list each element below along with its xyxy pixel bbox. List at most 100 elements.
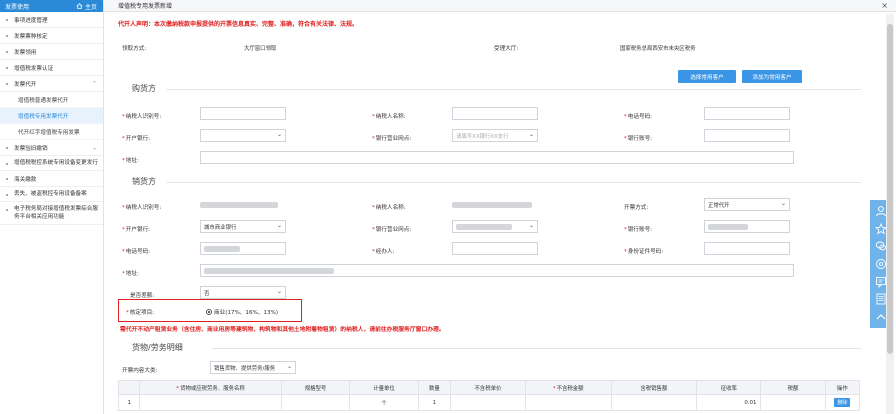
cell-unit[interactable]: 个 bbox=[349, 394, 419, 411]
sidebar-header: 发票使用 主页 bbox=[0, 0, 103, 12]
delete-button[interactable]: 删除 bbox=[834, 398, 851, 407]
buyer-name-label: *纳税人名称: bbox=[372, 114, 406, 120]
seller-account-label: *银行账号: bbox=[624, 227, 653, 233]
sidebar-item-lost-device[interactable]: 丢失、被盗税控专用设备备案 bbox=[0, 187, 103, 202]
sidebar-item-verify[interactable]: 发票验旧缴销 ⌄ bbox=[0, 140, 103, 156]
col-amount: *不含税金额 bbox=[524, 380, 612, 395]
col-unit-price: 不含税单价 bbox=[449, 380, 526, 395]
seller-phone-label: *电话号码: bbox=[122, 249, 151, 255]
cell-rate: 0.01 bbox=[696, 394, 762, 411]
invoice-mode-label: 开票方式: bbox=[624, 205, 649, 211]
sidebar-item-platform[interactable]: 电子税务局对接增值税发票综合服务平台相关应用功能 bbox=[0, 202, 103, 225]
levy-radio[interactable]: 商业(17%、16%、13%) bbox=[206, 308, 278, 316]
close-icon[interactable]: × bbox=[881, 1, 888, 10]
id-number-input[interactable] bbox=[704, 242, 790, 255]
col-spec: 规格型号 bbox=[280, 380, 351, 395]
warning-text: 需代开不动产租赁业务（含住房、商业用房等建筑物、构筑物和其他土地附着物租赁）的纳… bbox=[120, 327, 445, 333]
col-tax: 税额 bbox=[760, 380, 826, 395]
sidebar-subitem-red[interactable]: 代开红字增值税专用发票 bbox=[0, 124, 103, 140]
declaration-text: 代开人声明：本次缴纳税款申报提供的开票信息真实、完整、准确，符合有关法律、法规。 bbox=[118, 21, 359, 28]
seller-bank-select[interactable]: 城市商业银行 bbox=[200, 220, 286, 233]
col-action: 操作 bbox=[824, 380, 861, 395]
buyer-name-input[interactable] bbox=[452, 107, 538, 120]
select-customer-button[interactable]: 选择常用客户 bbox=[678, 70, 736, 83]
table-header-row: *货物或应税劳务、服务名称 规格型号 计量单位 数量 不含税单价 *不含税金额 … bbox=[117, 380, 861, 395]
sidebar-item-agent-issue[interactable]: 发票代开 ⌃ bbox=[0, 76, 103, 92]
main-panel: 增值税专用发票新增 × 代开人声明：本次缴纳税款申报提供的开票信息真实、完整、准… bbox=[104, 0, 896, 414]
buyer-phone-input[interactable] bbox=[704, 107, 790, 120]
sidebar-title: 发票使用 bbox=[5, 3, 30, 11]
radio-checked-icon bbox=[206, 309, 212, 315]
goods-section-title: 货物/劳务明细 bbox=[132, 343, 183, 352]
cell-spec[interactable] bbox=[280, 394, 351, 411]
sidebar-subitem-special[interactable]: 增值税专用发票代开 bbox=[0, 108, 103, 124]
seller-section-title: 销货方 bbox=[132, 177, 156, 186]
deduction-label: 是否差额: bbox=[130, 293, 155, 299]
seller-taxid-field bbox=[200, 198, 286, 211]
buyer-phone-label: *电话号码: bbox=[624, 114, 653, 120]
dialog-header: 增值税专用发票新增 × bbox=[104, 0, 896, 12]
home-icon bbox=[76, 3, 83, 9]
chevron-down-icon: ⌄ bbox=[91, 144, 97, 151]
cell-amount[interactable] bbox=[524, 394, 612, 411]
home-link[interactable]: 主页 bbox=[76, 2, 97, 11]
sidebar-item-device-change[interactable]: 增值税税控系统专用设备变更发行 bbox=[0, 156, 103, 171]
buyer-bank-select[interactable] bbox=[200, 129, 286, 142]
sidebar-item-progress[interactable]: 事项进度管理 bbox=[0, 12, 103, 28]
pickup-select[interactable]: 大厅窗口领取 bbox=[244, 41, 344, 54]
seller-name-field bbox=[452, 198, 538, 211]
levy-label: *核定项目: bbox=[126, 310, 155, 316]
sidebar-item-customs[interactable]: 海关缴款 bbox=[0, 171, 103, 187]
agent-input[interactable] bbox=[452, 242, 538, 255]
seller-outlet-select[interactable] bbox=[452, 220, 538, 233]
add-customer-button[interactable]: 添加为常用客户 bbox=[742, 70, 802, 83]
buyer-account-label: *银行账号: bbox=[624, 136, 653, 142]
hall-label: 受理大厅: bbox=[494, 46, 519, 52]
invoice-mode-select[interactable]: 正常代开 bbox=[704, 198, 790, 211]
vertical-scrollbar[interactable] bbox=[886, 14, 894, 414]
buyer-address-input[interactable] bbox=[200, 151, 794, 164]
goods-table: *货物或应税劳务、服务名称 规格型号 计量单位 数量 不含税单价 *不含税金额 … bbox=[117, 380, 861, 411]
agent-label: *经办人: bbox=[372, 249, 395, 255]
col-name: *货物或应税劳务、服务名称 bbox=[139, 380, 282, 395]
buyer-taxid-label: *纳税人识别号: bbox=[122, 114, 162, 120]
buyer-taxid-input[interactable] bbox=[200, 107, 286, 120]
buyer-outlet-label: *银行营业网点: bbox=[372, 136, 412, 142]
buyer-bank-label: *开户银行: bbox=[122, 136, 151, 142]
hall-field[interactable]: 国家税务总局西安市未央区税务 bbox=[620, 41, 730, 54]
seller-address-input[interactable] bbox=[200, 264, 794, 277]
sidebar-item-ticket-type[interactable]: 发票票种核定 bbox=[0, 28, 103, 44]
table-row: 1 个 1 0.01 删除 bbox=[117, 394, 861, 411]
category-select[interactable]: 销售货物、提供劳务/服务 bbox=[210, 361, 296, 374]
cell-tax bbox=[760, 394, 826, 411]
col-gross: 含税销售额 bbox=[610, 380, 698, 395]
sidebar-subitem-normal[interactable]: 增值税普通发票代开 bbox=[0, 92, 103, 108]
buyer-outlet-select[interactable]: 请填写XX银行XX支行 bbox=[452, 129, 538, 142]
seller-outlet-label: *银行营业网点: bbox=[372, 227, 412, 233]
buyer-section-title: 购货方 bbox=[132, 84, 156, 93]
cell-qty[interactable]: 1 bbox=[417, 394, 451, 411]
seller-address-label: *地址: bbox=[122, 271, 139, 277]
sidebar-item-receive[interactable]: 发票领用 bbox=[0, 44, 103, 60]
row-index: 1 bbox=[117, 394, 141, 411]
cell-gross[interactable] bbox=[610, 394, 698, 411]
cell-unit-price[interactable] bbox=[449, 394, 526, 411]
cell-action: 删除 bbox=[824, 394, 861, 411]
deduction-select[interactable]: 否 bbox=[200, 286, 286, 299]
seller-bank-label: *开户银行: bbox=[122, 227, 151, 233]
sidebar: 发票使用 主页 事项进度管理 发票票种核定 发票领用 增值税发票认证 发票代开 ⌃… bbox=[0, 0, 104, 414]
seller-account-input[interactable] bbox=[704, 220, 790, 233]
seller-phone-input[interactable] bbox=[200, 242, 286, 255]
sidebar-item-auth[interactable]: 增值税发票认证 bbox=[0, 60, 103, 76]
scrollbar-thumb[interactable] bbox=[887, 24, 893, 354]
col-unit: 计量单位 bbox=[349, 380, 419, 395]
col-qty: 数量 bbox=[417, 380, 451, 395]
col-rate: 征收率 bbox=[696, 380, 762, 395]
buyer-account-input[interactable] bbox=[704, 129, 790, 142]
buyer-address-label: *地址: bbox=[122, 158, 139, 164]
category-label: 开票内容大类: bbox=[122, 368, 158, 374]
chevron-up-icon: ⌃ bbox=[91, 80, 97, 87]
seller-name-label: *纳税人名称: bbox=[372, 205, 406, 211]
seller-taxid-label: *纳税人识别号: bbox=[122, 205, 162, 211]
cell-name[interactable] bbox=[139, 394, 282, 411]
